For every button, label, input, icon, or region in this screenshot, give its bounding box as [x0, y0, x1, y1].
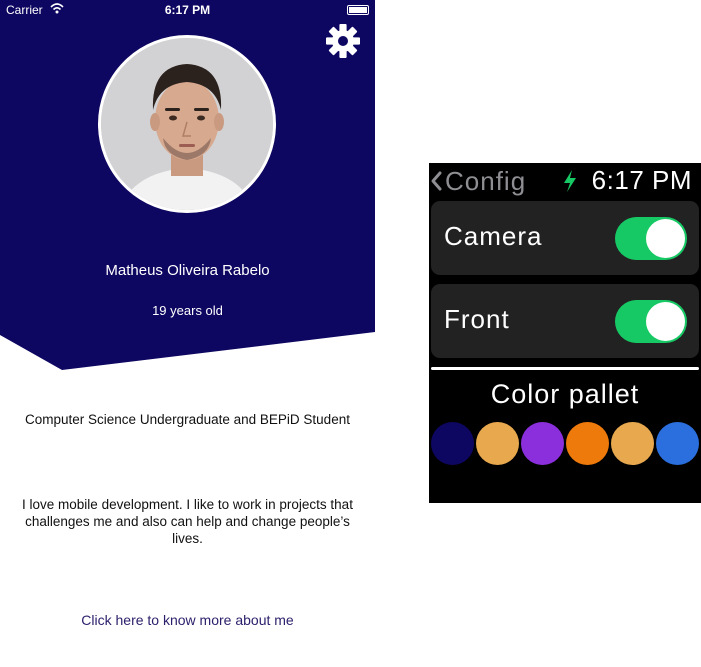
front-toggle[interactable] [615, 300, 687, 343]
know-more-link[interactable]: Click here to know more about me [0, 612, 375, 628]
color-swatches [431, 422, 701, 466]
color-swatch-4[interactable] [566, 422, 609, 465]
gear-icon[interactable] [326, 24, 360, 58]
back-label: Config [445, 165, 527, 196]
profile-photo [101, 38, 273, 210]
front-label: Front [444, 304, 510, 334]
bolt-icon [564, 170, 576, 192]
profile-screen: Carrier 6:17 PM Matheus Oliveira Rabelo … [0, 0, 375, 667]
watch-config-screen: Config 6:17 PM Camera Front Color pallet [429, 163, 701, 503]
color-swatch-6[interactable] [656, 422, 699, 465]
chevron-left-icon [431, 171, 442, 191]
camera-label: Camera [444, 221, 543, 251]
avatar [98, 35, 276, 213]
color-swatch-5[interactable] [611, 422, 654, 465]
toggle-knob [646, 219, 685, 258]
watch-time: 6:17 PM [591, 165, 692, 195]
color-pallet-title: Color pallet [490, 379, 640, 409]
profile-age: 19 years old [152, 303, 223, 318]
profile-name: Matheus Oliveira Rabelo [105, 262, 270, 279]
profile-headline: Computer Science Undergraduate and BEPiD… [25, 412, 350, 427]
profile-bio: I love mobile development. I like to wor… [22, 497, 353, 546]
status-bar: Carrier 6:17 PM [0, 0, 375, 20]
color-swatch-2[interactable] [476, 422, 519, 465]
camera-row[interactable]: Camera [431, 201, 699, 275]
color-swatch-3[interactable] [521, 422, 564, 465]
color-swatch-1[interactable] [431, 422, 474, 465]
toggle-knob [646, 302, 685, 341]
divider [431, 367, 699, 370]
front-row[interactable]: Front [431, 284, 699, 358]
camera-toggle[interactable] [615, 217, 687, 260]
back-button[interactable]: Config [429, 165, 526, 197]
status-time: 6:17 PM [164, 3, 211, 17]
battery-icon [347, 5, 369, 15]
